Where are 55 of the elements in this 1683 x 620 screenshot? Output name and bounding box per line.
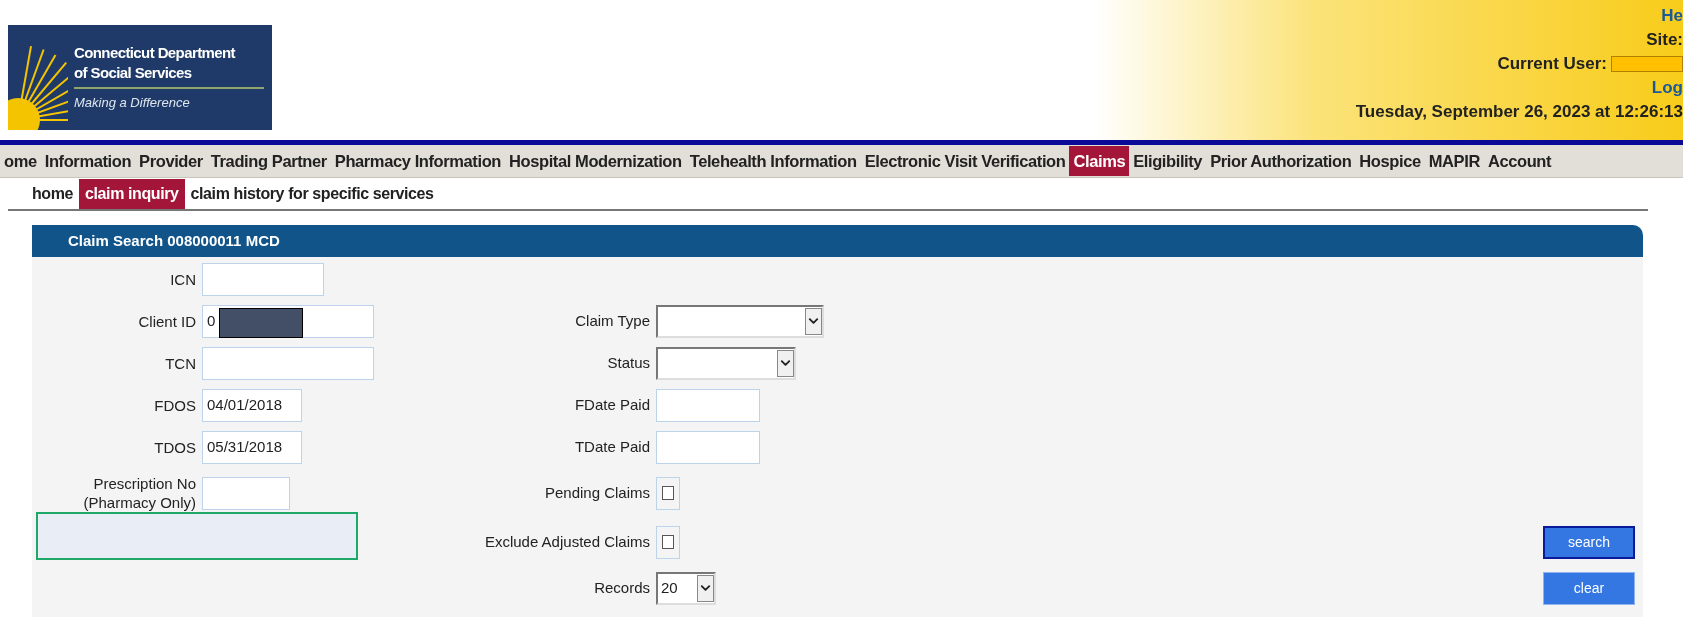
text-field[interactable] (656, 388, 760, 422)
nav-tab[interactable]: Account (1483, 145, 1556, 177)
subnav-tab[interactable]: claim inquiry (79, 178, 185, 209)
action-button[interactable]: clear (1543, 571, 1635, 605)
nav-tab[interactable]: Hospice (1355, 145, 1425, 177)
field-label: FDate Paid (574, 394, 650, 415)
field-label: ICN (170, 270, 196, 289)
nav-tab[interactable]: Provider (135, 145, 207, 177)
checkbox[interactable] (656, 476, 680, 510)
logout-link[interactable]: Log (1651, 76, 1683, 100)
dropdown[interactable]: 20 (656, 571, 716, 605)
field-label: Status (607, 352, 650, 373)
field-label: Client ID (138, 311, 196, 331)
panel-header: Claim Search 008000011 MCD (32, 225, 1643, 257)
field-label: TCN (165, 353, 196, 373)
user-name-field (1611, 56, 1683, 72)
text-field[interactable] (202, 346, 374, 380)
nav-tab[interactable]: ome (0, 145, 41, 177)
text-field[interactable] (656, 430, 760, 464)
checkbox[interactable] (656, 525, 680, 559)
nav-tab[interactable]: Hospital Modernization (505, 145, 686, 177)
site-label: Site: (1646, 29, 1683, 51)
text-field[interactable]: 05/31/2018 (202, 430, 302, 464)
field-label: Claim Type (575, 310, 650, 331)
text-field[interactable]: 0 (202, 304, 374, 338)
field-label: Records (594, 577, 650, 598)
logo-title: Connecticut Department (74, 42, 237, 63)
text-field[interactable] (202, 476, 290, 510)
dropdown[interactable] (656, 304, 824, 338)
nav-tab[interactable]: Claims (1069, 145, 1130, 177)
dropdown[interactable] (656, 346, 796, 380)
nav-tab[interactable]: Information (40, 145, 136, 177)
logo-title: of Social Services (74, 62, 193, 83)
field-label: TDOS (154, 437, 196, 457)
subnav-tab[interactable]: claim history for specific services (184, 178, 440, 209)
nav-tab[interactable]: Pharmacy Information (330, 145, 505, 177)
nav-tab[interactable]: Prior Authorization (1206, 145, 1356, 177)
date-time: Tuesday, September 26, 2023 at 12:26:13 (1355, 101, 1683, 123)
nav-tab[interactable]: Eligibility (1129, 145, 1207, 177)
field-label: Exclude Adjusted Claims (484, 531, 650, 552)
text-field[interactable]: 04/01/2018 (202, 388, 302, 422)
nav-tab[interactable]: Electronic Visit Verification (860, 145, 1070, 177)
logo-tagline: Making a Difference (74, 93, 191, 112)
text-field[interactable] (202, 263, 324, 296)
action-button[interactable]: search (1543, 525, 1635, 559)
field-label: FDOS (154, 395, 196, 415)
field-label: TDate Paid (574, 436, 650, 457)
subnav-tab[interactable]: home (26, 178, 80, 209)
nav-tab[interactable]: Trading Partner (206, 145, 331, 177)
nav-tab[interactable]: MAPIR (1424, 145, 1484, 177)
field-label: Pending Claims (544, 482, 650, 503)
field-label: Prescription No (Pharmacy Only) (82, 474, 196, 512)
current-user-label: Current User: (1497, 53, 1607, 75)
help-link[interactable]: He (1661, 4, 1683, 28)
nav-tab[interactable]: Telehealth Information (685, 145, 861, 177)
